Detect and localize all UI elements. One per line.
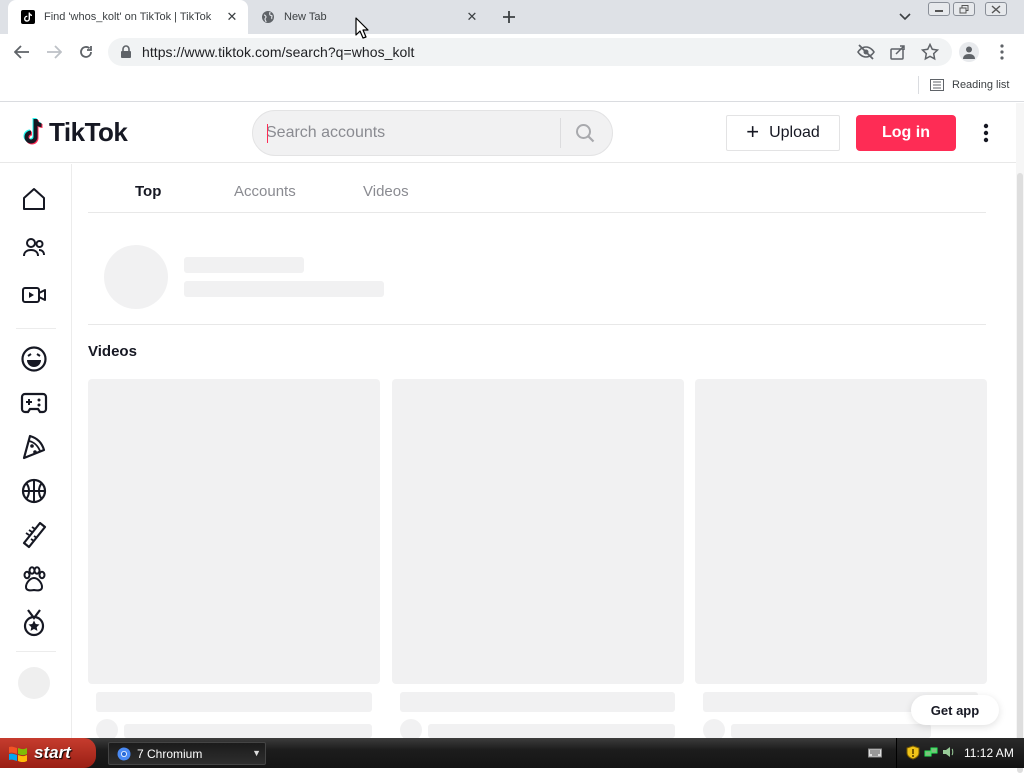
- reload-icon[interactable]: [74, 41, 98, 63]
- more-options-icon[interactable]: [976, 120, 996, 146]
- reading-list-label: Reading list: [952, 79, 1010, 91]
- home-icon[interactable]: [16, 181, 52, 217]
- comedy-icon[interactable]: [16, 341, 52, 377]
- reading-list-button[interactable]: Reading list: [930, 76, 1009, 94]
- account-avatar-skeleton: [104, 245, 168, 309]
- text-caret: [267, 124, 268, 143]
- get-app-label: Get app: [930, 702, 980, 718]
- windows-logo-icon: [9, 746, 27, 762]
- food-icon[interactable]: [16, 429, 52, 465]
- upload-button[interactable]: + Upload: [726, 115, 840, 151]
- forward-arrow-icon[interactable]: [42, 41, 66, 63]
- security-shield-icon[interactable]: [906, 745, 920, 760]
- back-arrow-icon[interactable]: [10, 41, 34, 63]
- reading-list-icon: [930, 79, 944, 91]
- author-name-skeleton: [124, 724, 372, 738]
- avatar-placeholder: [18, 667, 50, 699]
- tab-search-chevron-icon[interactable]: [895, 8, 915, 26]
- search-icon[interactable]: [570, 120, 600, 146]
- get-app-button[interactable]: Get app: [911, 695, 999, 725]
- account-subtitle-skeleton: [184, 281, 384, 297]
- profile-avatar-icon[interactable]: [959, 42, 979, 62]
- dropdown-arrow-icon: ▼: [252, 748, 261, 758]
- tab-title: Find 'whos_kolt' on TikTok | TikTok: [44, 11, 212, 23]
- share-icon[interactable]: [889, 44, 907, 60]
- live-icon[interactable]: [16, 277, 52, 313]
- bookmark-star-icon[interactable]: [920, 42, 940, 61]
- chromium-icon: [117, 747, 131, 760]
- close-tab-icon[interactable]: ✕: [462, 7, 482, 27]
- taskbar-item-label: 7 Chromium: [137, 746, 203, 761]
- caption-skeleton: [96, 692, 372, 712]
- achievement-icon[interactable]: [16, 605, 52, 641]
- author-name-skeleton: [731, 724, 931, 738]
- section-divider: [88, 324, 986, 325]
- tiktok-logo[interactable]: TikTok: [20, 116, 128, 148]
- network-icon[interactable]: [924, 745, 938, 759]
- following-icon[interactable]: [16, 229, 52, 265]
- account-name-skeleton: [184, 257, 304, 273]
- videos-heading: Videos: [88, 343, 137, 360]
- close-window-button[interactable]: [985, 2, 1007, 16]
- mouse-cursor-icon: [355, 17, 369, 39]
- tiktok-note-icon: [23, 117, 43, 145]
- login-label: Log in: [882, 124, 930, 141]
- browser-menu-icon[interactable]: [996, 43, 1008, 61]
- sports-icon[interactable]: [16, 473, 52, 509]
- lock-icon[interactable]: [120, 45, 132, 59]
- search-input[interactable]: [266, 122, 546, 144]
- author-name-skeleton: [428, 724, 675, 738]
- minimize-button[interactable]: [928, 2, 950, 16]
- close-tab-icon[interactable]: ✕: [222, 7, 242, 27]
- logo-wordmark: TikTok: [49, 116, 128, 147]
- globe-icon: [260, 9, 276, 25]
- tabs-divider: [88, 212, 986, 213]
- keyboard-icon[interactable]: [868, 746, 882, 758]
- sidebar-divider: [16, 328, 56, 329]
- sidebar-divider: [16, 651, 56, 652]
- upload-label: Upload: [769, 124, 820, 141]
- login-button[interactable]: Log in: [856, 115, 956, 151]
- eye-off-icon[interactable]: [857, 44, 875, 60]
- search-divider: [560, 118, 561, 148]
- animals-icon[interactable]: [16, 561, 52, 597]
- video-card-skeleton: [392, 379, 684, 684]
- taskbar-chromium-item[interactable]: 7 Chromium ▼: [108, 742, 266, 765]
- tab-accounts[interactable]: Accounts: [234, 183, 296, 200]
- tab-top[interactable]: Top: [135, 183, 161, 200]
- divider: [918, 76, 919, 94]
- url-text: https://www.tiktok.com/search?q=whos_kol…: [142, 44, 415, 60]
- taskbar-clock: 11:12 AM: [964, 746, 1014, 760]
- new-tab-button[interactable]: [498, 6, 520, 28]
- page-scrollbar[interactable]: [1016, 103, 1024, 773]
- tab-title: New Tab: [284, 11, 327, 23]
- start-button[interactable]: start: [0, 738, 96, 768]
- tiktok-icon: [20, 9, 36, 25]
- volume-icon[interactable]: [942, 745, 956, 759]
- beauty-icon[interactable]: [16, 517, 52, 553]
- video-card-skeleton: [695, 379, 987, 684]
- tab-videos[interactable]: Videos: [363, 183, 409, 200]
- start-label: start: [34, 743, 71, 762]
- scrollbar-thumb[interactable]: [1017, 173, 1023, 773]
- video-card-skeleton: [88, 379, 380, 684]
- bookmarks-bar: [0, 70, 1024, 102]
- gaming-icon[interactable]: [16, 385, 52, 421]
- caption-skeleton: [400, 692, 675, 712]
- tab-tiktok[interactable]: Find 'whos_kolt' on TikTok | TikTok ✕: [8, 0, 248, 34]
- maximize-button[interactable]: [953, 2, 975, 16]
- plus-icon: +: [746, 119, 760, 144]
